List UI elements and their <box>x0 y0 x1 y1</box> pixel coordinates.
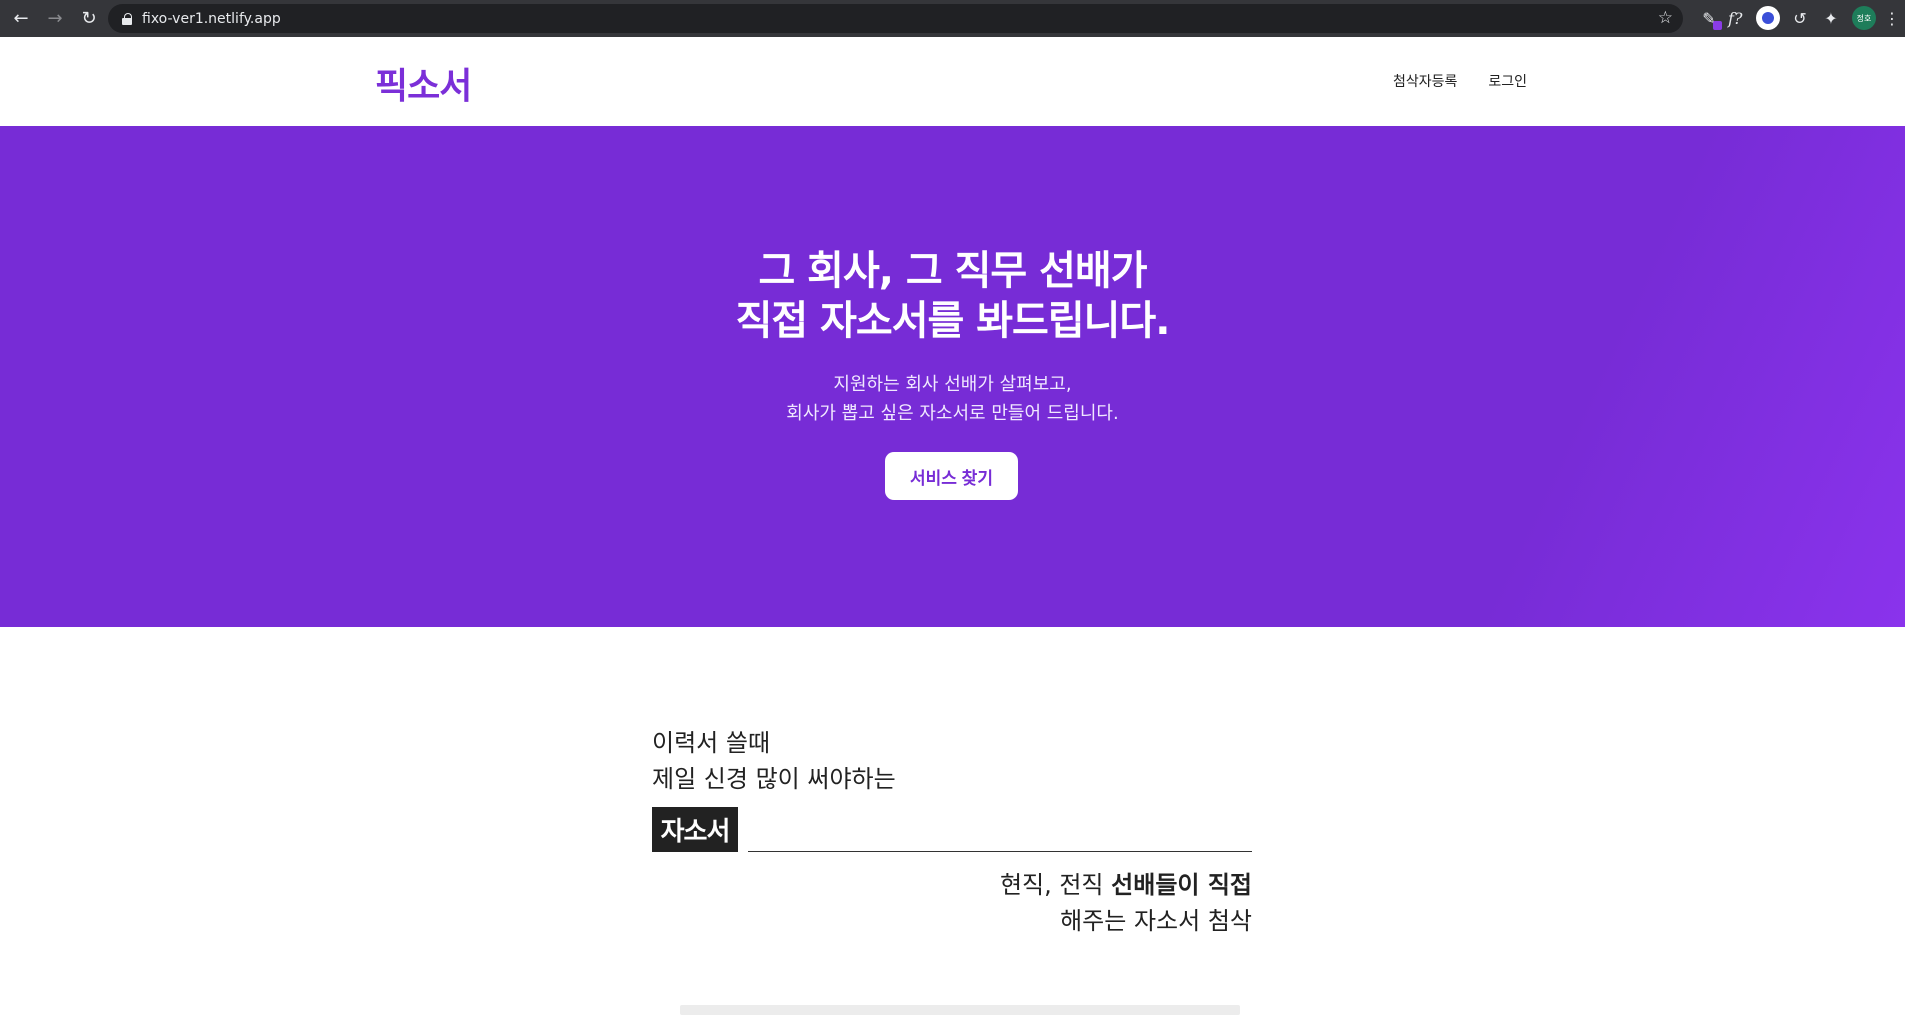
puzzle-extensions-icon[interactable]: ✦ <box>1820 6 1842 30</box>
hero-title-line2: 직접 자소서를 봐드립니다. <box>735 298 1171 344</box>
forward-arrow-icon[interactable]: → <box>42 6 68 32</box>
kebab-menu-icon[interactable]: ⋮ <box>1884 6 1900 30</box>
back-arrow-icon[interactable]: ← <box>8 6 34 32</box>
address-bar[interactable]: fixo-ver1.netlify.app ☆ <box>108 4 1683 33</box>
hero-title: 그 회사, 그 직무 선배가 직접 자소서를 봐드립니다. <box>0 246 1905 346</box>
url-text: fixo-ver1.netlify.app <box>142 10 281 27</box>
hero-subtitle: 지원하는 회사 선배가 살펴보고, 회사가 뽑고 싶은 자소서로 만들어 드립니… <box>0 370 1905 428</box>
site-header: 픽소서 첨삭자등록 로그인 <box>0 37 1905 126</box>
feature-right-line1: 현직, 전직 선배들이 직접 <box>1000 867 1252 903</box>
extension-badge <box>1713 21 1722 30</box>
feature-divider <box>748 851 1252 852</box>
nav-link-login[interactable]: 로그인 <box>1488 71 1527 91</box>
hero-subtitle-line2: 회사가 뽑고 싶은 자소서로 만들어 드립니다. <box>786 403 1119 424</box>
site-logo[interactable]: 픽소서 <box>375 57 472 109</box>
bookmark-star-icon[interactable]: ☆ <box>1658 8 1673 28</box>
find-service-button[interactable]: 서비스 찾기 <box>885 452 1018 500</box>
feature-line2: 제일 신경 많이 써야하는 <box>652 765 896 793</box>
feature-highlight-box: 자소서 <box>652 807 738 852</box>
feature-section: 이력서 쓸때 제일 신경 많이 써야하는 자소서 현직, 전직 선배들이 직접 … <box>0 627 1905 1015</box>
nav-link-reviewer-register[interactable]: 첨삭자등록 <box>1393 71 1457 91</box>
font-extension-icon[interactable]: f? <box>1728 6 1743 30</box>
top-nav: 첨삭자등록 로그인 <box>1393 71 1527 91</box>
lock-icon <box>122 12 132 25</box>
browser-toolbar: ← → ↻ fixo-ver1.netlify.app ☆ ✎ f? ↺ ✦ 정… <box>0 0 1905 37</box>
feature-right-line2: 해주는 자소서 첨삭 <box>1060 907 1252 935</box>
hero-subtitle-line1: 지원하는 회사 선배가 살펴보고, <box>833 374 1072 395</box>
feature-right-line1-bold: 선배들이 직접 <box>1111 871 1252 899</box>
reload-icon[interactable]: ↻ <box>76 6 102 32</box>
refresh-extension-icon[interactable]: ↺ <box>1790 6 1810 30</box>
profile-avatar[interactable]: 정호 <box>1852 6 1876 30</box>
circle-extension-icon[interactable] <box>1756 6 1780 30</box>
pen-extension-icon[interactable]: ✎ <box>1698 6 1722 30</box>
feature-line1: 이력서 쓸때 <box>652 729 771 757</box>
hero-banner: 그 회사, 그 직무 선배가 직접 자소서를 봐드립니다. 지원하는 회사 선배… <box>0 126 1905 627</box>
feature-right-line1-prefix: 현직, 전직 <box>999 871 1112 899</box>
hero-title-line1: 그 회사, 그 직무 선배가 <box>758 248 1147 294</box>
next-section-preview <box>680 1005 1240 1015</box>
